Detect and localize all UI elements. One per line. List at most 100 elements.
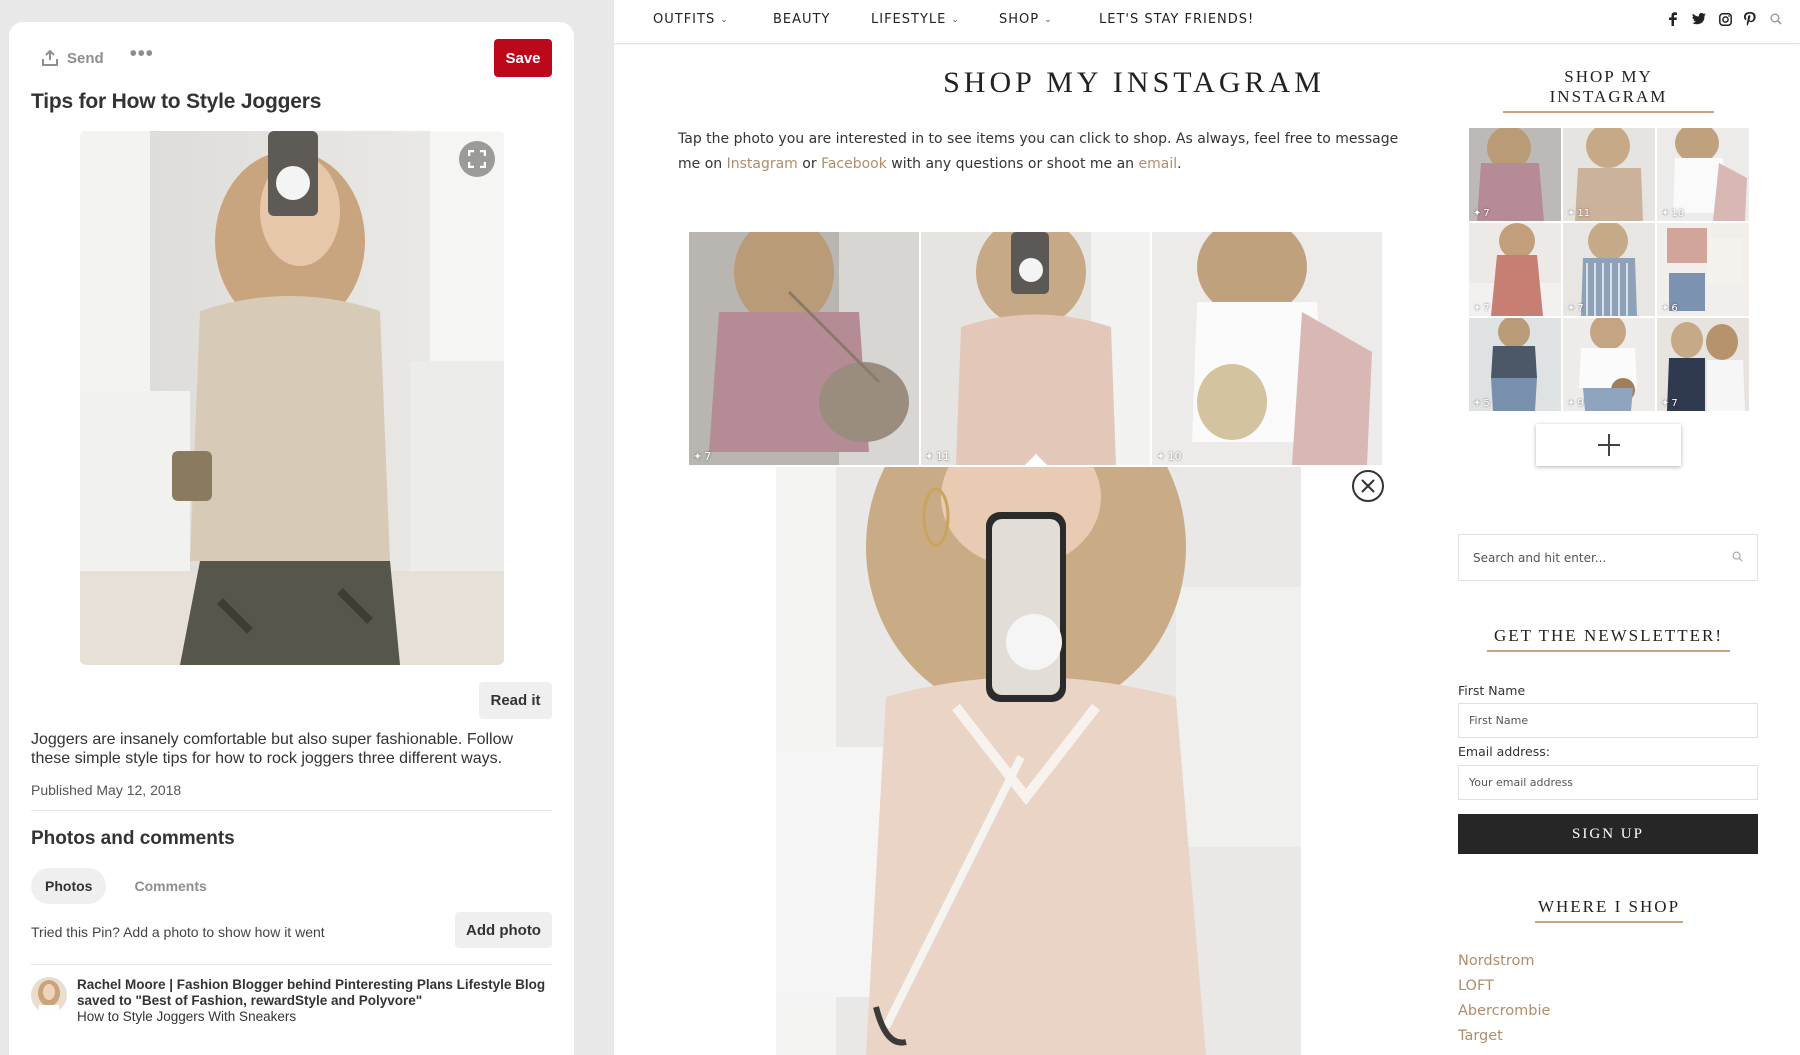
selected-pointer xyxy=(1024,454,1048,466)
shop-link-nordstrom[interactable]: Nordstrom xyxy=(1458,953,1535,969)
pin-panel: Send ••• Save Tips for How to Style Jogg… xyxy=(9,22,574,1055)
load-more-button[interactable] xyxy=(1536,424,1681,466)
instagram-photo-tile[interactable]: ✦ 7 xyxy=(689,232,919,465)
tag-count-badge: ✦ 7 xyxy=(1473,208,1490,219)
email-placeholder: Your email address xyxy=(1469,776,1574,789)
add-photo-button[interactable]: Add photo xyxy=(455,912,552,948)
sidebar-instagram-tile[interactable]: ✦ 10 xyxy=(1657,128,1749,221)
instagram-photo-tile[interactable]: ✦ 10 xyxy=(1152,232,1383,465)
tab-comments[interactable]: Comments xyxy=(120,868,220,904)
saver-name[interactable]: Rachel Moore | Fashion Blogger behind Pi… xyxy=(77,977,545,993)
photo-tabs: Photos Comments xyxy=(31,868,221,904)
instagram-photo-grid: ✦ 7 ✦ 11 ✦ 10 xyxy=(689,232,1383,465)
sidebar-instagram-grid: ✦ 7 ✦ 11 ✦ 10 ✦ 7 ✦ 7 ✦ 6 ✦ 5 ✦ 9 ✦ 7 xyxy=(1469,128,1749,411)
chevron-down-icon: ⌄ xyxy=(1044,15,1053,25)
tag-icon: ✦ xyxy=(1567,303,1576,314)
sidebar-instagram-tile[interactable]: ✦ 11 xyxy=(1563,128,1655,221)
tag-icon: ✦ xyxy=(1473,208,1482,219)
facebook-icon[interactable] xyxy=(1664,10,1682,28)
search-icon[interactable] xyxy=(1732,551,1743,565)
pin-toolbar: Send ••• Save xyxy=(41,38,552,78)
sidebar-instagram-tile[interactable]: ✦ 7 xyxy=(1469,223,1561,316)
divider xyxy=(31,964,552,965)
save-button[interactable]: Save xyxy=(494,39,552,77)
first-name-field[interactable]: First Name xyxy=(1458,703,1758,738)
saver-board[interactable]: saved to "Best of Fashion, rewardStyle a… xyxy=(77,993,545,1009)
tag-count: 6 xyxy=(1671,303,1678,314)
sidebar-instagram-tile[interactable]: ✦ 5 xyxy=(1469,318,1561,411)
nav-item-beauty[interactable]: BEAUTY xyxy=(773,12,830,27)
nav-item-outfits[interactable]: OUTFITS ⌄ xyxy=(653,12,729,27)
tag-count-badge: ✦ 7 xyxy=(1567,303,1584,314)
nav-item-label: LIFESTYLE xyxy=(871,12,947,27)
sidebar-instagram-tile[interactable]: ✦ 9 xyxy=(1563,318,1655,411)
sidebar-instagram-tile[interactable]: ✦ 7 xyxy=(1657,318,1749,411)
tried-pin-prompt: Tried this Pin? Add a photo to show how … xyxy=(31,924,325,940)
expand-icon[interactable] xyxy=(459,141,495,177)
tag-count-badge: ✦ 5 xyxy=(1473,398,1490,409)
tag-count: 7 xyxy=(704,450,712,463)
tag-count: 9 xyxy=(1577,398,1584,409)
newsletter-heading: GET THE NEWSLETTER! xyxy=(1487,626,1730,652)
search-placeholder: Search and hit enter... xyxy=(1473,550,1607,565)
tag-count: 7 xyxy=(1483,303,1490,314)
twitter-icon[interactable] xyxy=(1690,10,1708,28)
tag-count: 5 xyxy=(1483,398,1490,409)
intro-part: with any questions or shoot me an xyxy=(886,156,1139,172)
tag-icon: ✦ xyxy=(693,450,703,463)
sidebar-instagram-tile[interactable]: ✦ 7 xyxy=(1563,223,1655,316)
pin-image[interactable] xyxy=(80,131,504,665)
tag-count: 10 xyxy=(1167,450,1182,463)
chevron-down-icon: ⌄ xyxy=(951,15,960,25)
intro-part: . xyxy=(1177,156,1182,172)
nav-item-lets-stay-friends[interactable]: LET'S STAY FRIENDS! xyxy=(1099,12,1254,27)
saver-info: Rachel Moore | Fashion Blogger behind Pi… xyxy=(31,977,545,1025)
more-options-button[interactable]: ••• xyxy=(130,44,154,64)
close-icon[interactable] xyxy=(1352,470,1384,502)
avatar[interactable] xyxy=(31,977,67,1013)
nav-item-lifestyle[interactable]: LIFESTYLE ⌄ xyxy=(871,12,960,27)
email-label: Email address: xyxy=(1458,744,1550,759)
shop-link-target[interactable]: Target xyxy=(1458,1028,1503,1044)
search-icon[interactable] xyxy=(1767,10,1785,28)
divider xyxy=(31,810,552,811)
shop-link-loft[interactable]: LOFT xyxy=(1458,978,1494,994)
tag-count-badge: ✦ 7 xyxy=(1661,398,1678,409)
sidebar-instagram-heading: SHOP MY INSTAGRAM xyxy=(1503,67,1714,113)
intro-text: Tap the photo you are interested in to s… xyxy=(678,127,1408,177)
tag-count-badge: ✦ 10 xyxy=(1661,208,1684,219)
email-link[interactable]: email xyxy=(1139,156,1178,172)
sidebar-instagram-tile[interactable]: ✦ 6 xyxy=(1657,223,1749,316)
instagram-photo-tile[interactable]: ✦ 11 xyxy=(920,232,1151,465)
upload-icon xyxy=(42,49,58,66)
plus-icon xyxy=(1597,434,1620,456)
first-name-placeholder: First Name xyxy=(1469,714,1529,727)
sign-up-button[interactable]: SIGN UP xyxy=(1458,814,1758,854)
pin-published-date: Published May 12, 2018 xyxy=(31,782,182,798)
facebook-link[interactable]: Facebook xyxy=(821,156,887,172)
nav-item-label: SHOP xyxy=(999,12,1040,27)
read-it-button[interactable]: Read it xyxy=(479,682,552,719)
tag-count-badge: ✦ 6 xyxy=(1661,303,1678,314)
instagram-icon[interactable] xyxy=(1716,10,1734,28)
nav-item-shop[interactable]: SHOP ⌄ xyxy=(999,12,1053,27)
pinterest-icon[interactable] xyxy=(1741,10,1759,28)
shop-link-abercrombie[interactable]: Abercrombie xyxy=(1458,1003,1550,1019)
pin-title: Tips for How to Style Joggers xyxy=(31,90,322,113)
sidebar-instagram-tile[interactable]: ✦ 7 xyxy=(1469,128,1561,221)
saver-pin-title: How to Style Joggers With Sneakers xyxy=(77,1009,297,1024)
photos-comments-heading: Photos and comments xyxy=(31,828,235,849)
tag-count-badge: ✦ 7 xyxy=(1473,303,1490,314)
search-input[interactable]: Search and hit enter... xyxy=(1458,534,1758,581)
expanded-instagram-photo[interactable] xyxy=(776,467,1301,1055)
tag-icon: ✦ xyxy=(1661,398,1670,409)
tag-count: 11 xyxy=(1577,208,1591,219)
first-name-label: First Name xyxy=(1458,683,1526,698)
tag-count-badge: ✦ 11 xyxy=(1567,208,1590,219)
instagram-link[interactable]: Instagram xyxy=(727,156,798,172)
email-field[interactable]: Your email address xyxy=(1458,765,1758,800)
tag-count: 11 xyxy=(935,450,950,463)
send-button[interactable]: Send xyxy=(41,49,104,67)
tab-photos[interactable]: Photos xyxy=(31,868,107,904)
tag-icon: ✦ xyxy=(1567,208,1576,219)
